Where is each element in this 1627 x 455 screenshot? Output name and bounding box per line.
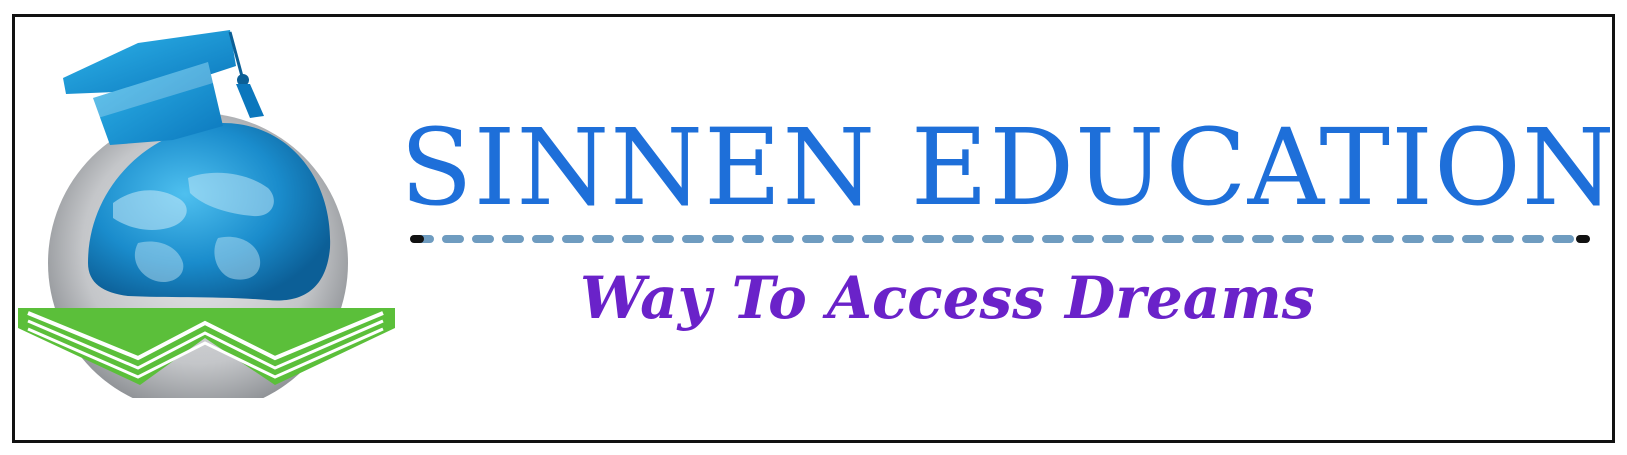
- brand-tagline: Way To Access Dreams: [580, 264, 1315, 332]
- title-divider: [410, 235, 1590, 243]
- logo-mark: [18, 30, 395, 398]
- brand-title: SINNEN EDUCATION: [400, 106, 1616, 229]
